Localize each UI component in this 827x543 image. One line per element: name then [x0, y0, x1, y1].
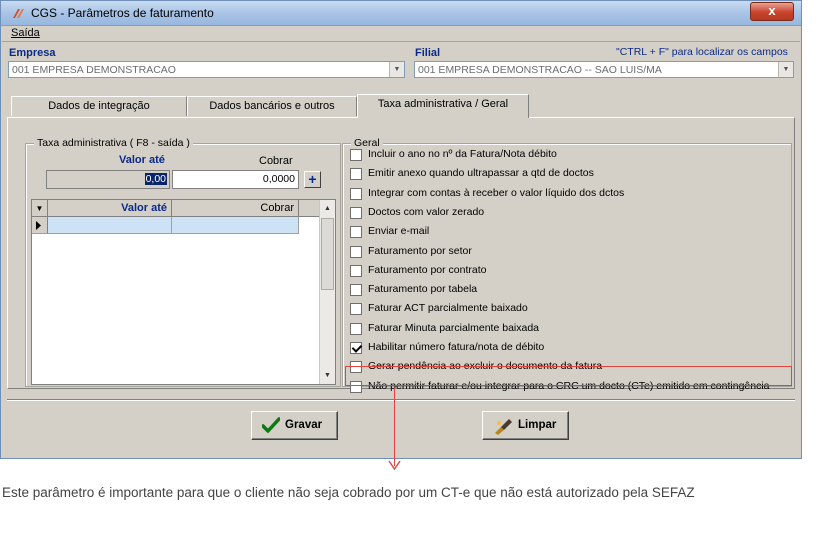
eraser-brush-icon [495, 419, 512, 435]
filial-label: Filial [415, 47, 441, 59]
tab-label: Taxa administrativa / Geral [377, 98, 509, 110]
valor-ate-input[interactable]: 0,00 [46, 170, 170, 189]
limpar-button[interactable]: Limpar [482, 411, 569, 440]
valor-ate-label: Valor até [119, 154, 165, 166]
option-checkbox[interactable] [350, 207, 362, 219]
search-hint: "CTRL + F" para localizar os campos [616, 46, 788, 58]
option-label: Enviar e-mail [368, 225, 430, 237]
menu-saida[interactable]: Saída [11, 27, 40, 39]
tab-dados-bancarios[interactable]: Dados bancários e outros [187, 96, 357, 116]
add-button[interactable]: + [304, 171, 321, 188]
option-checkbox[interactable] [350, 303, 362, 315]
divider [7, 399, 795, 401]
app-logo-icon [13, 9, 24, 18]
option-checkbox[interactable] [350, 265, 362, 277]
highlight-box [345, 366, 792, 386]
valor-ate-value: 0,00 [144, 173, 167, 185]
option-checkbox[interactable] [350, 284, 362, 296]
check-icon [262, 417, 280, 433]
window-title: CGS - Parâmetros de faturamento [31, 6, 214, 20]
tab-dados-integracao[interactable]: Dados de integração [11, 96, 187, 116]
option-checkbox[interactable] [350, 226, 362, 238]
empresa-select[interactable]: 001 EMPRESA DEMONSTRACAO ▼ [8, 61, 405, 78]
taxa-group-title: Taxa administrativa ( F8 - saída ) [34, 137, 193, 149]
filial-value: 001 EMPRESA DEMONSTRACAO -- SAO LUIS/MA [418, 64, 662, 76]
close-button[interactable]: x [750, 2, 794, 21]
empresa-value: 001 EMPRESA DEMONSTRACAO [12, 64, 176, 76]
tab-label: Dados de integração [48, 100, 150, 112]
parametros-window: CGS - Parâmetros de faturamento x Saída … [0, 0, 802, 459]
option-checkbox[interactable] [350, 149, 362, 161]
option-label: Faturar Minuta parcialmente baixada [368, 322, 540, 334]
grid-cell[interactable] [48, 217, 172, 234]
annotation-arrow-head-icon [388, 460, 401, 470]
option-label: Incluir o ano no nº da Fatura/Nota débit… [368, 148, 557, 160]
scroll-down-icon[interactable]: ▼ [320, 368, 335, 383]
filial-select[interactable]: 001 EMPRESA DEMONSTRACAO -- SAO LUIS/MA … [414, 61, 794, 78]
empresa-label: Empresa [9, 47, 56, 59]
option-label: Doctos com valor zerado [368, 206, 485, 218]
tab-label: Dados bancários e outros [209, 100, 335, 112]
explanation-note: Este parâmetro é importante para que o c… [2, 485, 695, 500]
option-label: Faturar ACT parcialmente baixado [368, 302, 528, 314]
tab-taxa-geral[interactable]: Taxa administrativa / Geral [357, 94, 529, 118]
option-label: Integrar com contas à receber o valor lí… [368, 187, 625, 199]
chevron-down-icon[interactable]: ▼ [32, 200, 48, 217]
option-label: Faturamento por setor [368, 245, 472, 257]
option-label: Emitir anexo quando ultrapassar a qtd de… [368, 167, 594, 179]
gravar-label: Gravar [285, 419, 323, 431]
grid-scrollbar[interactable]: ▲ ▼ [319, 200, 335, 384]
option-checkbox[interactable] [350, 188, 362, 200]
grid-col-valor-ate[interactable]: Valor até [48, 200, 172, 217]
option-checkbox[interactable] [350, 168, 362, 180]
scroll-up-icon[interactable]: ▲ [320, 201, 335, 216]
cobrar-value: 0,0000 [262, 173, 295, 185]
option-label: Faturamento por tabela [368, 283, 478, 295]
grid-col-cobrar[interactable]: Cobrar [172, 200, 299, 217]
chevron-down-icon[interactable]: ▼ [778, 62, 793, 77]
option-checkbox[interactable] [350, 246, 362, 258]
option-checkbox[interactable] [350, 342, 362, 354]
option-label: Habilitar número fatura/nota de débito [368, 341, 545, 353]
scroll-thumb[interactable] [321, 218, 334, 290]
menu-bar: Saída [2, 26, 800, 42]
annotation-arrow-line [394, 388, 395, 466]
grid-header: ▼ Valor até Cobrar [32, 200, 319, 217]
table-row[interactable] [32, 217, 319, 234]
grid-cell[interactable] [172, 217, 299, 234]
option-checkbox[interactable] [350, 323, 362, 335]
row-indicator [32, 217, 48, 234]
title-bar: CGS - Parâmetros de faturamento x [1, 1, 801, 26]
option-label: Faturamento por contrato [368, 264, 487, 276]
taxa-grid[interactable]: ▼ Valor até Cobrar ▲ ▼ [31, 199, 336, 385]
cobrar-label: Cobrar [259, 155, 293, 167]
chevron-down-icon[interactable]: ▼ [389, 62, 404, 77]
row-pointer-icon [36, 221, 41, 230]
gravar-button[interactable]: Gravar [251, 411, 338, 440]
limpar-label: Limpar [518, 419, 557, 431]
cobrar-input[interactable]: 0,0000 [172, 170, 299, 189]
